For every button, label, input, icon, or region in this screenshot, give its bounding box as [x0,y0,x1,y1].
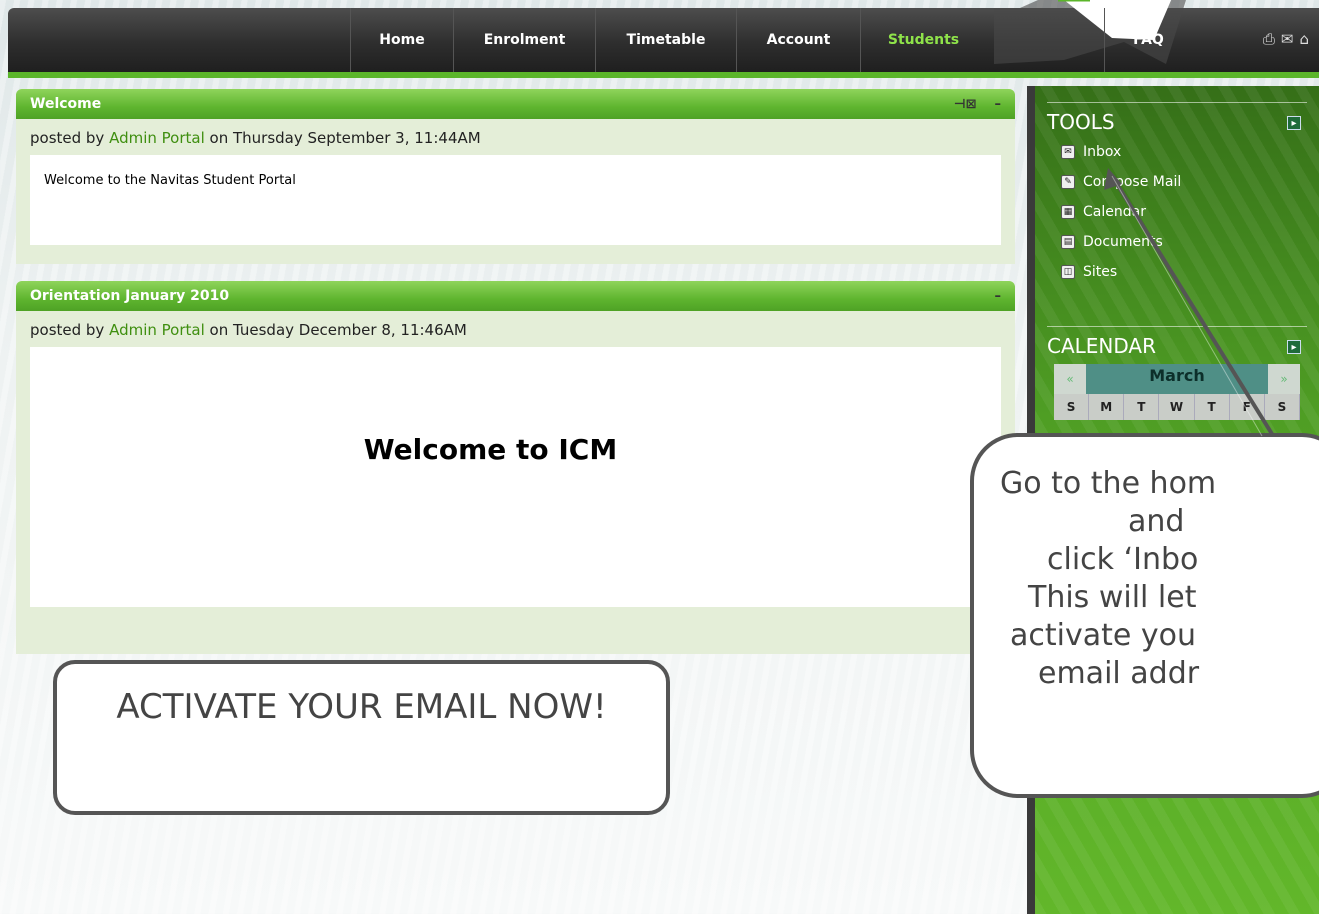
post-body-text: Welcome to the Navitas Student Portal [44,173,296,188]
tool-compose-mail[interactable]: ✎ Compose Mail [1061,174,1181,190]
tool-label: Calendar [1083,204,1146,220]
pin-icon[interactable]: ⊣⊠ [954,97,977,112]
calendar-expand-button[interactable]: ▸ [1287,340,1301,354]
calendar-month: March [1086,364,1268,394]
panel-title: Orientation January 2010 [30,288,230,304]
callout-line: click ‘Inbo [1047,542,1199,577]
weekday: S [1265,394,1300,420]
callout-line: and [1128,504,1185,539]
tool-label: Compose Mail [1083,174,1182,190]
welcome-panel: Welcome ⊣⊠ – posted by Admin Portal on T… [16,89,1015,264]
post-meta: posted by Admin Portal on Thursday Septe… [16,119,1015,155]
welcome-panel-header: Welcome ⊣⊠ – [16,89,1015,119]
top-nav-bar: Home Enrolment Timetable Account Student… [8,0,1319,78]
tool-label: Inbox [1083,144,1122,160]
tools-title: TOOLS [1047,110,1115,134]
posted-by-label: posted by [30,321,110,339]
posted-date: on Tuesday December 8, 11:46AM [204,321,467,339]
tool-sites[interactable]: ◫ Sites [1061,264,1117,280]
weekday: M [1089,394,1125,420]
callout-line: activate you [1010,618,1196,653]
compose-mail-icon: ✎ [1061,175,1075,189]
printer-icon[interactable]: ⎙ [1263,30,1275,48]
nav-faq[interactable]: FAQ [1104,8,1192,72]
weekday: W [1159,394,1195,420]
calendar-prev-button[interactable]: « [1054,364,1086,394]
panel-title: Welcome [30,96,102,112]
author-link[interactable]: Admin Portal [109,321,205,339]
tools-expand-button[interactable]: ▸ [1287,116,1301,130]
nav-timetable[interactable]: Timetable [595,8,736,72]
callout-text: ACTIVATE YOUR EMAIL NOW! [116,687,607,727]
tool-calendar[interactable]: ▦ Calendar [1061,204,1146,220]
weekday: T [1195,394,1230,420]
post-body: Welcome to the Navitas Student Portal [30,155,1001,245]
post-meta: posted by Admin Portal on Tuesday Decemb… [16,311,1015,347]
topbar-icons: ⎙ ✉ ⌂ [1263,30,1309,48]
author-link[interactable]: Admin Portal [109,129,205,147]
orientation-panel: Orientation January 2010 – posted by Adm… [16,281,1015,654]
posted-by-label: posted by [30,129,110,147]
main-nav: Home Enrolment Timetable Account Student… [350,8,986,72]
home-icon[interactable]: ⌂ [1299,30,1309,48]
divider [1047,326,1307,327]
post-body: Welcome to ICM [30,347,1001,607]
calendar-header: « March » [1054,364,1300,394]
nav-secondary: FAQ [1104,8,1192,72]
mail-icon[interactable]: ✉ [1281,30,1294,48]
documents-icon: ▤ [1061,235,1075,249]
activate-email-callout: ACTIVATE YOUR EMAIL NOW! [53,660,670,815]
tool-label: Documents [1083,234,1163,250]
posted-date: on Thursday September 3, 11:44AM [204,129,481,147]
post-body-heading: Welcome to ICM [363,433,618,466]
sites-icon: ◫ [1061,265,1075,279]
nav-home[interactable]: Home [350,8,453,72]
callout-line: Go to the hom [1000,466,1217,501]
weekday: S [1054,394,1090,420]
minimize-icon[interactable]: – [995,289,1002,304]
callout-line: email addr [1038,656,1200,691]
tool-documents[interactable]: ▤ Documents [1061,234,1163,250]
nav-students[interactable]: Students [860,8,986,72]
orientation-panel-header: Orientation January 2010 – [16,281,1015,311]
weekday: T [1124,394,1160,420]
calendar-weekday-row: S M T W T F S [1054,394,1300,420]
callout-line: This will let [1028,580,1197,615]
tool-inbox[interactable]: ✉ Inbox [1061,144,1121,160]
divider [1047,102,1307,103]
tool-label: Sites [1083,264,1118,280]
nav-enrolment[interactable]: Enrolment [453,8,595,72]
inbox-icon: ✉ [1061,145,1075,159]
calendar-next-button[interactable]: » [1268,364,1300,394]
calendar-title: CALENDAR [1047,334,1157,358]
weekday: F [1230,394,1265,420]
instructions-callout: Go to the hom and click ‘Inbo This will … [970,433,1319,798]
minimize-icon[interactable]: – [995,97,1002,112]
nav-account[interactable]: Account [736,8,860,72]
calendar-icon: ▦ [1061,205,1075,219]
